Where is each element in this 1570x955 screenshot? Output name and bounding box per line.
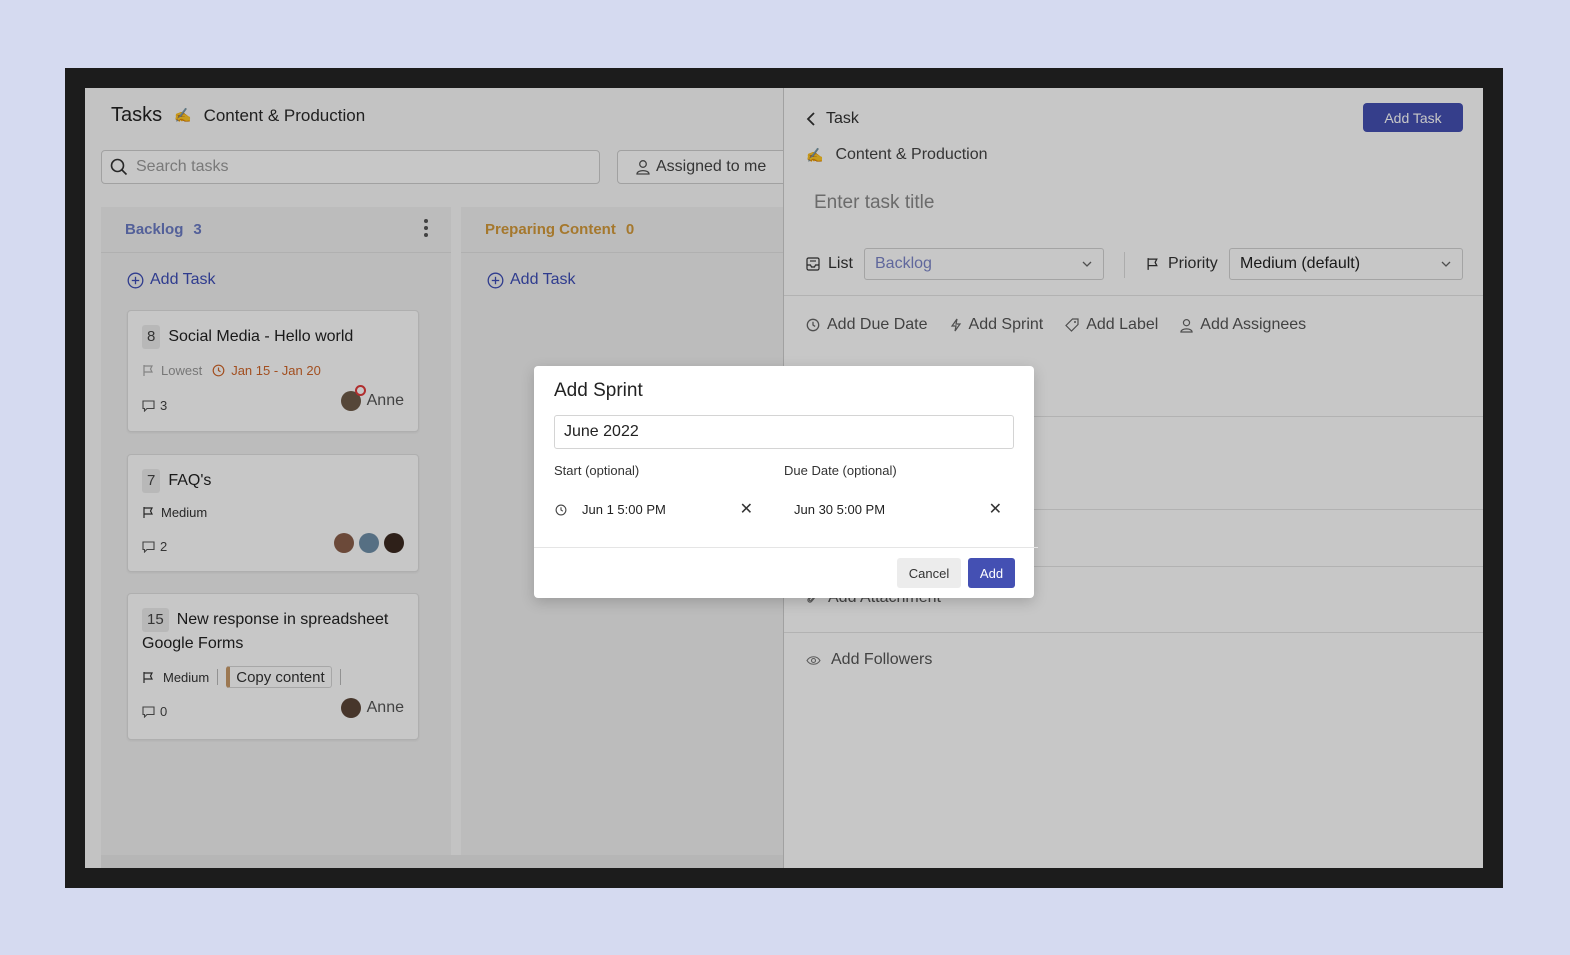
divider <box>534 547 1038 548</box>
due-date-field[interactable]: Jun 30 5:00 PM ✕ <box>784 493 1014 526</box>
clear-due-icon[interactable]: ✕ <box>989 499 1002 519</box>
start-date-label: Start (optional) <box>554 463 640 478</box>
clear-start-icon[interactable]: ✕ <box>740 499 753 519</box>
start-date-value: Jun 1 5:00 PM <box>582 502 666 517</box>
start-date-field[interactable]: Jun 1 5:00 PM ✕ <box>572 493 765 526</box>
add-sprint-dialog: Add Sprint Start (optional) Due Date (op… <box>534 366 1038 598</box>
cancel-button[interactable]: Cancel <box>897 558 961 588</box>
dialog-title: Add Sprint <box>554 380 643 401</box>
add-button[interactable]: Add <box>968 558 1015 588</box>
due-date-value: Jun 30 5:00 PM <box>794 502 886 517</box>
sprint-name-input[interactable] <box>554 415 1014 449</box>
clock-icon <box>555 504 567 516</box>
due-date-label: Due Date (optional) <box>784 463 897 478</box>
